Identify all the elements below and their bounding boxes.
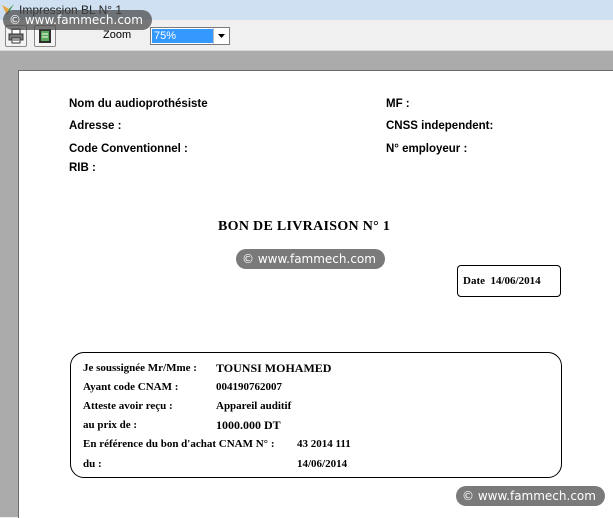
- name-label: Je soussignée Mr/Mme :: [83, 362, 197, 374]
- document-page: Nom du audioprothésiste Adresse : Code C…: [18, 70, 613, 518]
- name-value: TOUNSI MOHAMED: [216, 361, 332, 375]
- cnam-label: Ayant code CNAM :: [83, 381, 179, 393]
- document-icon: [39, 29, 51, 43]
- ref-label: En référence du bon d'achat CNAM N° :: [83, 438, 275, 450]
- watermark-bottom-right: © www.fammech.com: [456, 486, 605, 506]
- du-value: 14/06/2014: [297, 458, 348, 470]
- rib-label: RIB :: [69, 162, 96, 174]
- mf-label: MF :: [386, 98, 410, 110]
- date-value: 14/06/2014: [490, 275, 541, 287]
- audioprothesiste-label: Nom du audioprothésiste: [69, 98, 208, 110]
- prix-label: au prix de :: [83, 419, 138, 431]
- ref-value: 43 2014 111: [297, 438, 351, 450]
- watermark-center: © www.fammech.com: [236, 249, 385, 269]
- cnss-label: CNSS independent:: [386, 120, 494, 132]
- date-label: Date: [463, 275, 485, 287]
- date-text: Date 14/06/2014: [463, 275, 541, 287]
- prix-value: 1000.000 DT: [216, 418, 281, 432]
- printer-icon: [8, 28, 24, 44]
- zoom-select[interactable]: 75%: [150, 27, 230, 45]
- du-label: du :: [83, 458, 102, 470]
- zoom-value: 75%: [152, 29, 214, 43]
- preview-area: Nom du audioprothésiste Adresse : Code C…: [0, 51, 613, 518]
- code-conventionnel-label: Code Conventionnel :: [69, 143, 188, 155]
- zoom-label: Zoom: [103, 29, 132, 41]
- recipient-info-box: Je soussignée Mr/Mme : TOUNSI MOHAMED Ay…: [70, 352, 562, 478]
- adresse-label: Adresse :: [69, 120, 122, 132]
- employeur-label: N° employeur :: [386, 143, 468, 155]
- zoom-dropdown-button[interactable]: [213, 28, 229, 44]
- chevron-down-icon: [218, 34, 225, 38]
- watermark-top-left: © www.fammech.com: [3, 10, 152, 30]
- date-box: Date 14/06/2014: [457, 265, 561, 297]
- document-title: BON DE LIVRAISON N° 1: [218, 219, 391, 234]
- cnam-value: 004190762007: [216, 381, 282, 393]
- recu-label: Atteste avoir reçu :: [83, 400, 173, 412]
- recu-value: Appareil auditif: [216, 400, 292, 412]
